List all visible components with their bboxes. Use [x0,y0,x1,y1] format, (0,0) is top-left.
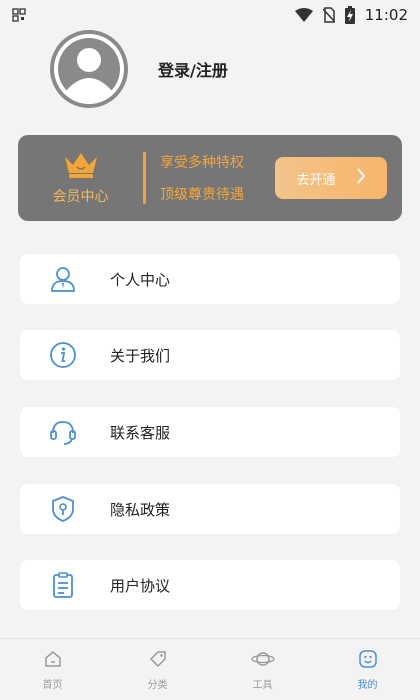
crown-icon [63,151,99,183]
headset-icon [48,417,78,447]
nav-label: 分类 [147,679,168,691]
shield-icon [48,494,78,524]
menu-label: 用户协议 [110,576,171,595]
vip-title: 会员中心 [52,188,109,205]
status-bar: 11:02 [0,0,420,30]
vip-benefits: 享受多种特权 顶级尊贵待遇 [160,152,270,204]
activate-vip-label: 去开通 [296,172,336,188]
menu-item-customer-service[interactable]: 联系客服 [20,407,400,457]
vip-card[interactable]: 会员中心 享受多种特权 顶级尊贵待遇 去开通 [18,135,402,221]
chevron-right-icon [356,167,366,189]
menu-label: 个人中心 [110,270,171,289]
status-time: 11:02 [364,6,408,24]
planet-icon [250,649,275,673]
nav-item-mine[interactable]: 我的 [315,639,420,700]
home-icon [43,649,63,673]
nav-label: 工具 [252,679,273,691]
profile-header[interactable]: 登录/注册 [50,30,228,108]
bottom-nav: 首页 分类 工具 我的 [0,638,420,700]
wifi-icon [294,8,313,22]
vip-divider [143,152,146,204]
menu-item-personal-center[interactable]: 个人中心 [20,254,400,304]
activate-vip-button[interactable]: 去开通 [275,157,387,199]
menu-item-privacy-policy[interactable]: 隐私政策 [20,484,400,534]
default-avatar-icon[interactable] [50,30,128,108]
vip-benefit-2: 顶级尊贵待遇 [160,187,244,203]
menu-item-about-us[interactable]: 关于我们 [20,330,400,380]
nav-item-category[interactable]: 分类 [105,639,210,700]
menu-label: 关于我们 [110,346,171,365]
no-sim-icon [322,7,335,23]
nav-label: 我的 [357,679,378,691]
clipboard-icon [48,570,78,600]
battery-charging-icon [344,6,355,24]
menu-label: 隐私政策 [110,500,171,519]
vip-center: 会员中心 [18,151,143,206]
menu-label: 联系客服 [110,423,171,442]
face-icon [358,649,378,673]
menu-item-user-agreement[interactable]: 用户协议 [20,560,400,610]
nav-label: 首页 [42,679,63,691]
user-icon [48,264,78,294]
nav-item-home[interactable]: 首页 [0,639,105,700]
qr-icon [12,8,26,22]
vip-benefit-1: 享受多种特权 [160,155,244,171]
login-register-link[interactable]: 登录/注册 [158,57,228,81]
info-icon [48,340,78,370]
nav-item-tools[interactable]: 工具 [210,639,315,700]
tag-icon [148,649,168,673]
